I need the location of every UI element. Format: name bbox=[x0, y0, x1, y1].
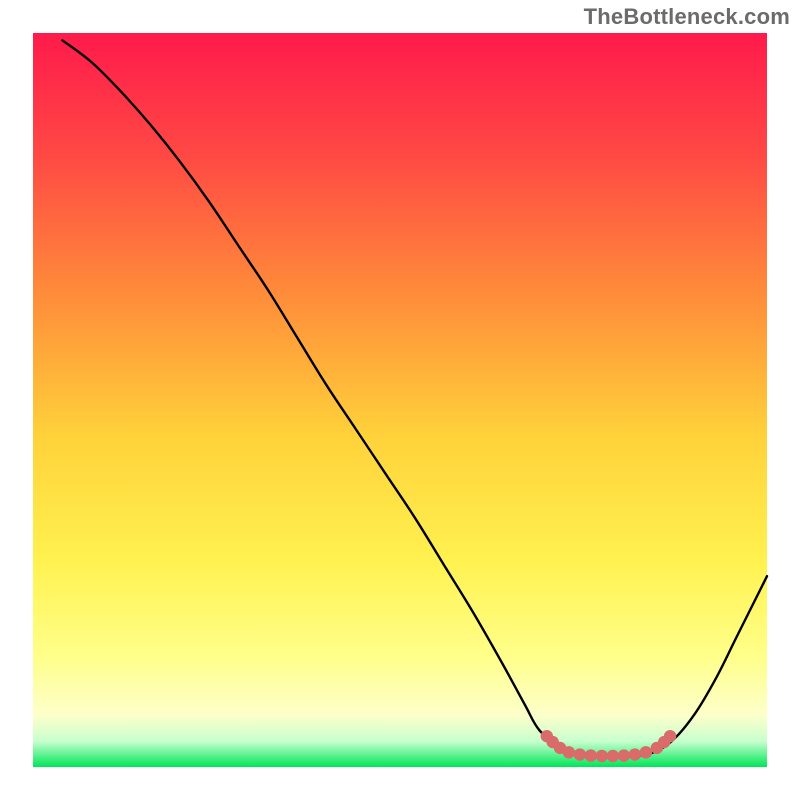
bottleneck-chart bbox=[0, 0, 800, 800]
highlight-dot bbox=[607, 750, 619, 762]
highlight-dot bbox=[574, 748, 586, 760]
highlight-dot bbox=[629, 748, 641, 760]
highlight-dot bbox=[664, 730, 676, 742]
watermark-text: TheBottleneck.com bbox=[584, 4, 790, 30]
chart-container: TheBottleneck.com bbox=[0, 0, 800, 800]
plot-background bbox=[33, 33, 767, 767]
highlight-dot bbox=[640, 746, 652, 758]
highlight-dot bbox=[596, 750, 608, 762]
highlight-dot bbox=[618, 749, 630, 761]
highlight-dot bbox=[585, 749, 597, 761]
highlight-dot bbox=[563, 746, 575, 758]
